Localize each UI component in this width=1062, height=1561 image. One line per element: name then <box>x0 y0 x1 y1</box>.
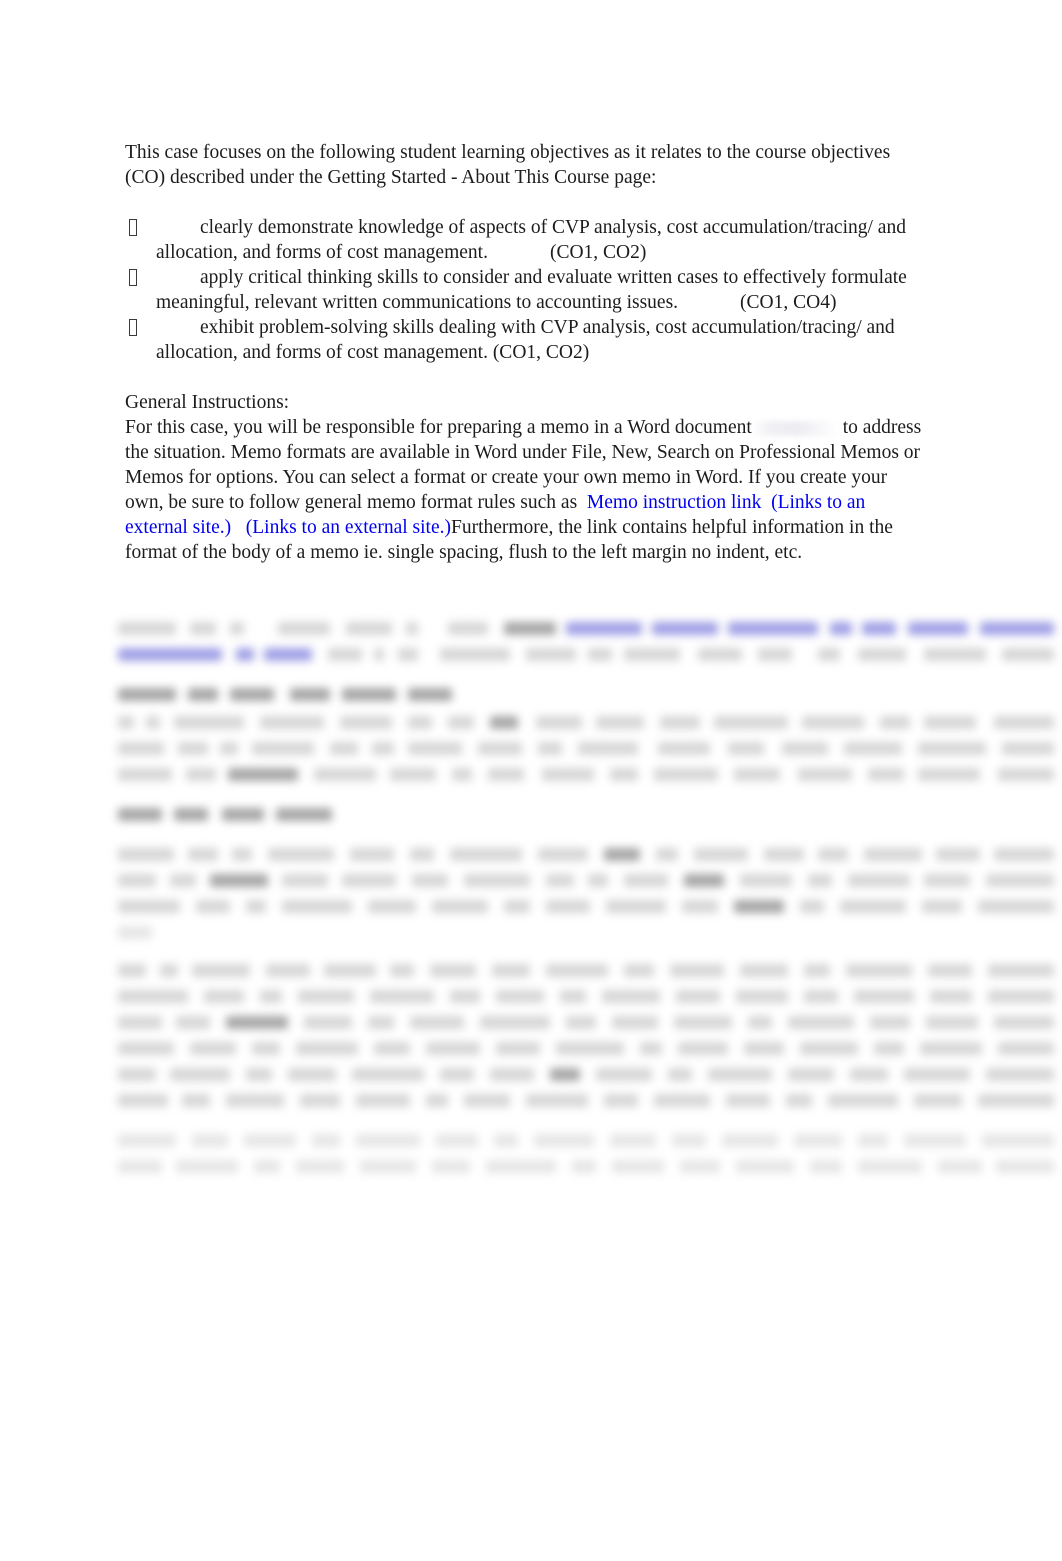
list-item: clearly demonstrate knowledge of aspects… <box>125 215 925 265</box>
objective-1-course-code: (CO1, CO2) <box>549 242 647 263</box>
memo-instruction-link[interactable]: Memo instruction link <box>587 492 761 513</box>
list-item: exhibit problem-solving skills dealing w… <box>125 315 925 365</box>
instructions-text-lead: For this case, you will be responsible f… <box>125 417 752 438</box>
redacted-content-region <box>118 616 1062 1244</box>
objective-1-text: clearly demonstrate knowledge of aspects… <box>156 217 906 263</box>
redacted-inline-block <box>751 421 838 437</box>
objective-3-text: exhibit problem-solving skills dealing w… <box>156 317 895 363</box>
intro-paragraph: This case focuses on the following stude… <box>125 140 925 190</box>
objective-2-course-code: (CO1, CO4) <box>740 292 837 313</box>
list-item: apply critical thinking skills to consid… <box>125 265 925 315</box>
document-page: This case focuses on the following stude… <box>0 0 1062 1561</box>
general-instructions-heading: General Instructions: <box>125 392 290 413</box>
instructions-text-tail: Furthermore, the link contains helpful i… <box>125 517 893 563</box>
document-body: This case focuses on the following stude… <box>125 140 925 565</box>
general-instructions-paragraph: For this case, you will be responsible f… <box>125 415 925 565</box>
external-site-note-2[interactable]: (Links to an external site.) <box>246 517 451 538</box>
learning-objectives-list: clearly demonstrate knowledge of aspects… <box>125 215 925 365</box>
missing-glyph-box-icon <box>129 319 137 336</box>
missing-glyph-box-icon <box>129 269 137 286</box>
missing-glyph-box-icon <box>129 219 137 236</box>
intro-line-1: This case focuses on the following stude… <box>125 142 807 163</box>
